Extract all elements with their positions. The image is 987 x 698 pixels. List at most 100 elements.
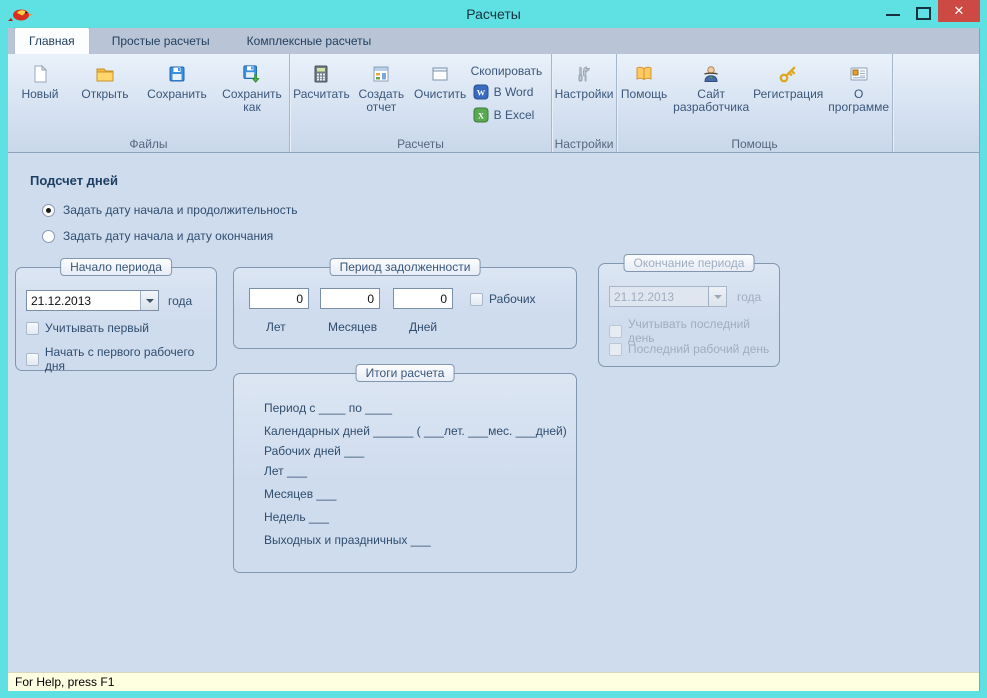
start-date-dropdown-button[interactable] bbox=[140, 291, 158, 310]
open-button[interactable]: Открыть bbox=[72, 61, 138, 103]
results-lines: Период с ____ по ____ Календарных дней _… bbox=[264, 402, 567, 547]
results-title: Итоги расчета bbox=[355, 364, 455, 382]
result-line-years: Лет ___ bbox=[264, 464, 308, 478]
developer-site-button[interactable]: Сайт разработчика bbox=[671, 61, 751, 116]
result-line-weekends: Выходных и праздничных ___ bbox=[264, 533, 431, 547]
status-text: For Help, press F1 bbox=[15, 675, 115, 689]
days-input[interactable] bbox=[394, 289, 452, 308]
status-bar: For Help, press F1 bbox=[8, 672, 979, 691]
checkbox-icon bbox=[609, 324, 622, 338]
settings-button[interactable]: Настройки bbox=[552, 61, 616, 103]
new-document-icon bbox=[29, 63, 51, 85]
copy-to-word-label: В Word bbox=[493, 85, 534, 99]
clear-window-icon bbox=[429, 63, 451, 85]
report-icon bbox=[370, 63, 392, 85]
workdays-checkbox[interactable]: Рабочих bbox=[470, 292, 536, 306]
minimize-button[interactable] bbox=[878, 0, 908, 24]
client-area: Главная Простые расчеты Комплексные расч… bbox=[8, 28, 980, 691]
end-date-combobox bbox=[609, 286, 727, 307]
group-label-help: Помощь bbox=[731, 137, 778, 151]
end-year-suffix: года bbox=[737, 290, 762, 304]
count-last-day-checkbox: Учитывать последний день bbox=[609, 317, 779, 345]
calculate-button[interactable]: Расчитать bbox=[290, 61, 353, 103]
copy-to-excel-label: В Excel bbox=[493, 108, 535, 122]
ribbon-group-files: Новый Открыть Сохранить Сохранить как Фа… bbox=[8, 54, 290, 152]
years-field[interactable] bbox=[249, 288, 309, 309]
radio-selected-icon bbox=[42, 203, 55, 217]
debt-period-title: Период задолженности bbox=[329, 258, 481, 276]
create-report-button[interactable]: Создать отчет bbox=[353, 61, 410, 116]
save-button[interactable]: Сохранить bbox=[139, 61, 215, 103]
start-first-workday-label: Начать с первого рабочего дня bbox=[44, 345, 195, 373]
tab-main[interactable]: Главная bbox=[15, 28, 89, 54]
tab-simple-calcs[interactable]: Простые расчеты bbox=[98, 28, 224, 54]
save-as-button[interactable]: Сохранить как bbox=[216, 61, 288, 116]
copy-section: Скопировать W В Word X В Excel bbox=[471, 61, 551, 124]
calculator-icon bbox=[310, 63, 332, 85]
checkbox-icon bbox=[26, 321, 39, 335]
months-input[interactable] bbox=[321, 289, 379, 308]
start-date-input[interactable] bbox=[27, 291, 140, 310]
svg-text:X: X bbox=[478, 111, 485, 121]
last-workday-label: Последний рабочий день bbox=[628, 342, 770, 356]
person-icon bbox=[700, 63, 722, 85]
result-line-workdays: Рабочих дней ___ bbox=[264, 444, 365, 458]
years-input[interactable] bbox=[250, 289, 308, 308]
window-controls: ✕ bbox=[878, 0, 980, 24]
chevron-down-icon bbox=[713, 294, 722, 299]
open-folder-icon bbox=[94, 63, 116, 85]
end-date-dropdown-button bbox=[708, 287, 726, 306]
start-year-suffix: года bbox=[168, 294, 193, 308]
debt-period-groupbox: Период задолженности Рабочих Лет Месяцев… bbox=[233, 258, 577, 349]
ribbon-group-calculations: Расчитать Создать отчет Очистить Скопиро… bbox=[290, 54, 552, 152]
tools-icon bbox=[573, 63, 595, 85]
radio-option-end-date[interactable]: Задать дату начала и дату окончания bbox=[42, 229, 273, 243]
ribbon-tabs: Главная Простые расчеты Комплексные расч… bbox=[8, 28, 979, 54]
help-button[interactable]: Помощь bbox=[617, 61, 671, 103]
radio-option-duration[interactable]: Задать дату начала и продолжительность bbox=[42, 203, 297, 217]
results-groupbox: Итоги расчета Период с ____ по ____ Кале… bbox=[233, 364, 577, 573]
group-label-settings: Настройки bbox=[554, 137, 614, 151]
result-line-calendar-days: Календарных дней ______ ( ___лет. ___мес… bbox=[264, 424, 567, 438]
minimize-icon bbox=[886, 14, 900, 16]
new-button[interactable]: Новый bbox=[9, 61, 71, 103]
main-content: Подсчет дней Задать дату начала и продол… bbox=[8, 152, 979, 673]
ribbon-group-help: Помощь Сайт разработчика Регистрация О п… bbox=[617, 54, 893, 152]
save-icon bbox=[166, 63, 188, 85]
maximize-button[interactable] bbox=[908, 0, 938, 24]
close-button[interactable]: ✕ bbox=[938, 0, 980, 22]
key-icon bbox=[777, 63, 799, 85]
end-period-title: Окончание периода bbox=[623, 254, 755, 272]
close-icon: ✕ bbox=[953, 3, 965, 18]
end-period-groupbox: Окончание периода года Учитывать последн… bbox=[598, 254, 780, 367]
tab-complex-calcs[interactable]: Комплексные расчеты bbox=[233, 28, 386, 54]
clear-button[interactable]: Очистить bbox=[410, 61, 471, 103]
start-period-groupbox: Начало периода года Учитывать первый Нач… bbox=[15, 258, 217, 373]
months-field[interactable] bbox=[320, 288, 380, 309]
workdays-label: Рабочих bbox=[489, 292, 536, 306]
start-first-workday-checkbox[interactable]: Начать с первого рабочего дня bbox=[26, 345, 216, 373]
chevron-down-icon bbox=[145, 298, 154, 303]
title-bar: Расчеты ✕ bbox=[0, 0, 987, 28]
result-line-months: Месяцев ___ bbox=[264, 487, 337, 501]
about-button[interactable]: О программе bbox=[825, 61, 892, 116]
result-line-weeks: Недель ___ bbox=[264, 510, 329, 524]
excel-icon: X bbox=[473, 107, 489, 123]
days-field[interactable] bbox=[393, 288, 453, 309]
copy-to-excel-button[interactable]: X В Excel bbox=[471, 106, 551, 124]
start-date-combobox[interactable] bbox=[26, 290, 159, 311]
count-last-day-label: Учитывать последний день bbox=[627, 317, 750, 345]
page-title: Подсчет дней bbox=[30, 173, 118, 188]
info-card-icon bbox=[848, 63, 870, 85]
radio-option-duration-label: Задать дату начала и продолжительность bbox=[63, 203, 298, 217]
save-as-icon bbox=[241, 63, 263, 85]
copy-to-word-button[interactable]: W В Word bbox=[471, 83, 551, 101]
count-first-checkbox[interactable]: Учитывать первый bbox=[26, 321, 149, 335]
registration-button[interactable]: Регистрация bbox=[751, 61, 825, 103]
checkbox-icon bbox=[470, 292, 483, 306]
years-label: Лет bbox=[266, 320, 286, 334]
months-label: Месяцев bbox=[328, 320, 378, 334]
radio-option-end-date-label: Задать дату начала и дату окончания bbox=[63, 229, 274, 243]
checkbox-icon bbox=[609, 342, 622, 356]
book-icon bbox=[633, 63, 655, 85]
